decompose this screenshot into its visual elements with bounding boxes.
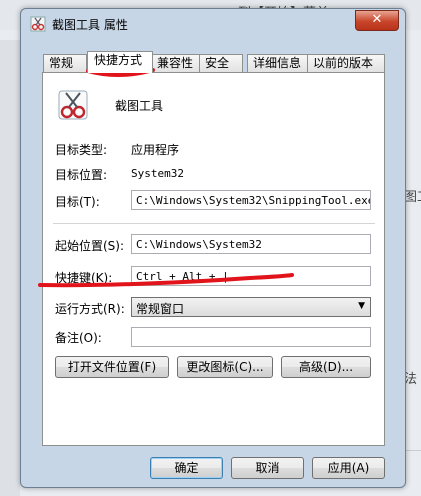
tab-security[interactable]: 安全 — [199, 54, 243, 72]
target-label: 目标(T): — [55, 195, 100, 209]
background-left-strip — [0, 40, 20, 496]
target-location-value: System32 — [131, 167, 184, 180]
comment-label: 备注(O): — [55, 331, 102, 345]
tab-shortcut[interactable]: 快捷方式 — [87, 51, 153, 73]
chevron-down-icon: ▼ — [358, 301, 365, 311]
target-type-label: 目标类型: — [55, 143, 108, 157]
target-location-label: 目标位置: — [55, 168, 108, 182]
tab-general[interactable]: 常规 — [43, 54, 87, 72]
shortcut-panel: 截图工具 目标类型: 应用程序 目标位置: System32 目标(T): C:… — [42, 72, 385, 446]
ok-button[interactable]: 确定 — [150, 457, 223, 479]
window-title: 截图工具 属性 — [52, 18, 128, 32]
scissors-icon — [30, 16, 46, 32]
title-bar[interactable]: 截图工具 属性 ✕ — [21, 9, 405, 39]
run-label: 运行方式(R): — [55, 302, 125, 316]
start-in-field[interactable]: C:\Windows\System32 — [131, 234, 371, 254]
tab-compatibility[interactable]: 兼容性 — [151, 54, 205, 72]
start-in-label: 起始位置(S): — [55, 239, 125, 253]
advanced-button[interactable]: 高级(D)... — [281, 356, 371, 378]
target-type-value: 应用程序 — [131, 143, 180, 157]
shortcut-key-field[interactable]: Ctrl + Alt + | — [131, 266, 371, 286]
shortcut-key-label: 快捷键(K): — [55, 271, 113, 285]
scissors-icon — [58, 90, 88, 120]
cancel-button[interactable]: 取消 — [231, 457, 304, 479]
tab-details[interactable]: 详细信息 — [247, 54, 309, 72]
apply-button[interactable]: 应用(A) — [312, 457, 385, 479]
comment-field[interactable] — [131, 327, 371, 347]
open-file-location-button[interactable]: 打开文件位置(F) — [55, 356, 169, 378]
tab-previous-versions[interactable]: 以前的版本 — [307, 54, 385, 72]
background-right-text-1: 图工 — [404, 190, 421, 205]
separator — [53, 223, 375, 224]
app-name: 截图工具 — [115, 99, 164, 113]
change-icon-button[interactable]: 更改图标(C)... — [177, 356, 273, 378]
properties-dialog: 截图工具 属性 ✕ 常规 快捷方式 兼容性 安全 详细信息 以前的版本 截图工具… — [20, 8, 406, 488]
run-select[interactable]: 常规窗口 ▼ — [131, 297, 371, 317]
close-button[interactable]: ✕ — [355, 10, 399, 31]
target-field[interactable]: C:\Windows\System32\SnippingTool.exe — [131, 190, 371, 210]
run-select-value: 常规窗口 — [136, 302, 185, 316]
